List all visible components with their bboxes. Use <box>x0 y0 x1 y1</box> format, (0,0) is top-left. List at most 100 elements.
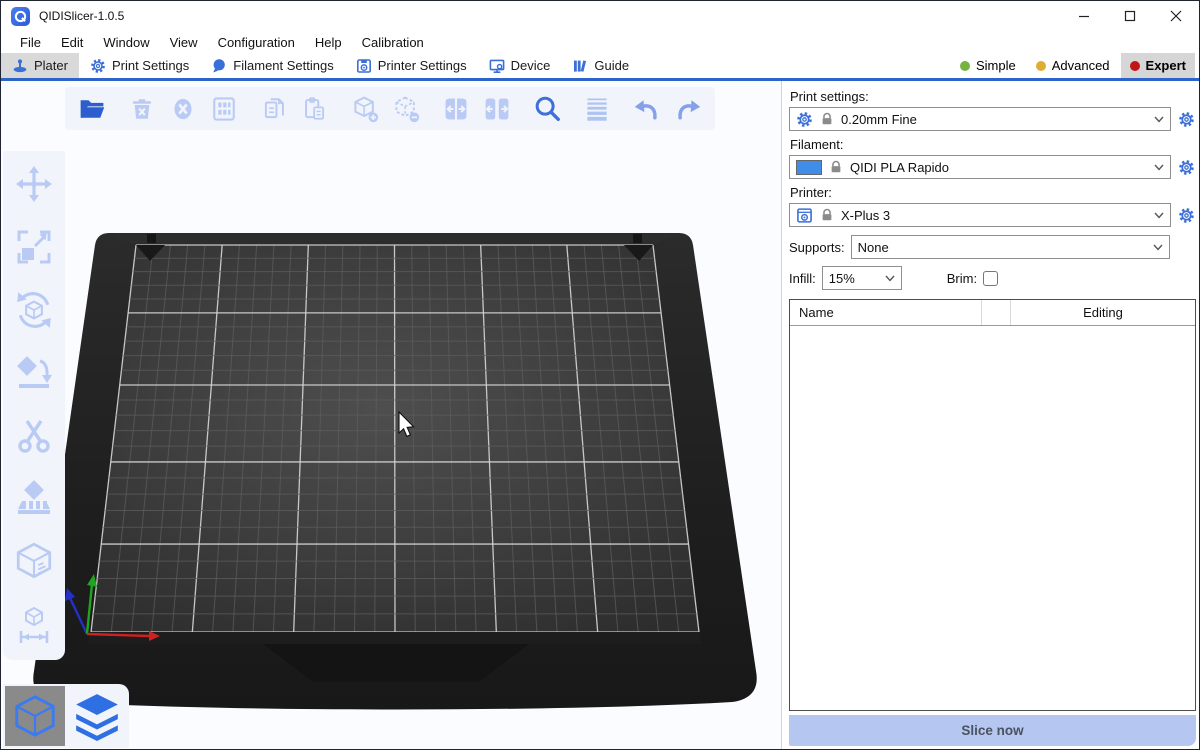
infill-label: Infill: <box>789 271 816 286</box>
gear-icon <box>1178 111 1195 128</box>
preview-view-button[interactable] <box>67 686 127 746</box>
place-on-face-tool-icon[interactable] <box>13 352 55 394</box>
print-settings-label: Print settings: <box>790 89 1196 104</box>
tab-filament-settings[interactable]: Filament Settings <box>200 53 344 78</box>
rotate-tool-icon[interactable] <box>13 289 55 331</box>
plater-icon <box>12 58 28 74</box>
delete-all-icon[interactable] <box>168 94 198 124</box>
bed-rim-top <box>109 234 679 245</box>
layers-icon <box>72 691 122 741</box>
guide-icon <box>572 58 588 74</box>
3d-editor-view-button[interactable] <box>5 686 65 746</box>
filament-icon <box>211 58 227 74</box>
menu-configuration[interactable]: Configuration <box>208 35 305 50</box>
tab-label: Guide <box>594 58 629 73</box>
variable-layer-height-icon[interactable] <box>582 94 612 124</box>
mode-expert[interactable]: Expert <box>1121 53 1195 78</box>
supports-combo[interactable]: None <box>851 235 1170 259</box>
open-folder-icon[interactable] <box>77 94 107 124</box>
device-icon <box>489 58 505 74</box>
filament-value: QIDI PLA Rapido <box>850 160 949 175</box>
chevron-down-icon <box>1154 212 1164 219</box>
minimize-button[interactable] <box>1061 1 1107 31</box>
chevron-down-icon <box>1154 116 1164 123</box>
object-list[interactable]: Name Editing <box>789 299 1196 711</box>
tab-print-settings[interactable]: Print Settings <box>79 53 200 78</box>
lock-icon <box>820 112 834 126</box>
maximize-button[interactable] <box>1107 1 1153 31</box>
printer-label: Printer: <box>790 185 1196 200</box>
gear-icon <box>90 58 106 74</box>
infill-combo[interactable]: 15% <box>822 266 902 290</box>
tab-printer-settings[interactable]: Printer Settings <box>345 53 478 78</box>
menu-file[interactable]: File <box>10 35 51 50</box>
add-instance-icon[interactable] <box>350 94 380 124</box>
infill-value: 15% <box>829 271 855 286</box>
arrange-icon[interactable] <box>209 94 239 124</box>
paste-icon[interactable] <box>300 94 330 124</box>
menu-view[interactable]: View <box>160 35 208 50</box>
filament-combo[interactable]: QIDI PLA Rapido <box>789 155 1171 179</box>
print-settings-value: 0.20mm Fine <box>841 112 917 127</box>
seam-painting-tool-icon[interactable] <box>13 541 55 583</box>
redo-icon[interactable] <box>673 94 703 124</box>
settings-sidebar: Print settings: 0.20mm Fine Filament: QI… <box>781 81 1199 749</box>
object-list-body[interactable] <box>790 326 1195 710</box>
mode-label: Simple <box>976 58 1016 73</box>
brim-label: Brim: <box>947 271 977 286</box>
column-name: Name <box>790 305 981 320</box>
chevron-down-icon <box>1154 164 1164 171</box>
tab-label: Plater <box>34 58 68 73</box>
menu-help[interactable]: Help <box>305 35 352 50</box>
close-button[interactable] <box>1153 1 1199 31</box>
column-editing: Editing <box>1011 305 1195 320</box>
lock-icon <box>820 208 834 222</box>
column-extruder <box>981 300 1011 325</box>
mode-selector: Simple Advanced Expert <box>951 53 1199 78</box>
split-to-parts-icon[interactable] <box>482 94 512 124</box>
print-settings-edit-button[interactable] <box>1176 111 1196 128</box>
tab-label: Filament Settings <box>233 58 333 73</box>
remove-instance-icon[interactable] <box>391 94 421 124</box>
filament-edit-button[interactable] <box>1176 159 1196 176</box>
cut-tool-icon[interactable] <box>13 415 55 457</box>
search-icon[interactable] <box>532 94 562 124</box>
tab-label: Printer Settings <box>378 58 467 73</box>
tab-label: Print Settings <box>112 58 189 73</box>
delete-icon[interactable] <box>127 94 157 124</box>
advanced-dot-icon <box>1036 61 1046 71</box>
printer-combo[interactable]: X-Plus 3 <box>789 203 1171 227</box>
printer-edit-button[interactable] <box>1176 207 1196 224</box>
tab-label: Device <box>511 58 551 73</box>
measure-tool-icon[interactable] <box>13 604 55 646</box>
print-bed-render[interactable] <box>1 81 781 749</box>
brim-checkbox[interactable] <box>983 271 998 286</box>
mode-simple[interactable]: Simple <box>951 53 1025 78</box>
chevron-down-icon <box>885 275 895 282</box>
mode-advanced[interactable]: Advanced <box>1027 53 1119 78</box>
lock-icon <box>829 160 843 174</box>
split-to-objects-icon[interactable] <box>441 94 471 124</box>
gear-icon <box>796 111 813 128</box>
gizmo-toolbar <box>3 151 65 660</box>
copy-icon[interactable] <box>259 94 289 124</box>
undo-icon[interactable] <box>632 94 662 124</box>
print-settings-combo[interactable]: 0.20mm Fine <box>789 107 1171 131</box>
printer-icon <box>356 58 372 74</box>
move-tool-icon[interactable] <box>13 163 55 205</box>
3d-viewport[interactable] <box>1 81 781 749</box>
menu-bar: File Edit Window View Configuration Help… <box>1 31 1199 53</box>
menu-edit[interactable]: Edit <box>51 35 93 50</box>
tab-device[interactable]: Device <box>478 53 562 78</box>
tab-plater[interactable]: Plater <box>1 53 79 78</box>
menu-window[interactable]: Window <box>93 35 159 50</box>
mode-label: Expert <box>1146 58 1186 73</box>
paint-on-supports-tool-icon[interactable] <box>13 478 55 520</box>
slice-now-button[interactable]: Slice now <box>789 715 1196 746</box>
scale-tool-icon[interactable] <box>13 226 55 268</box>
rim-notch-right <box>633 234 642 243</box>
app-logo-icon <box>11 7 30 26</box>
menu-calibration[interactable]: Calibration <box>352 35 434 50</box>
rim-notch-left <box>147 234 156 243</box>
tab-guide[interactable]: Guide <box>561 53 640 78</box>
